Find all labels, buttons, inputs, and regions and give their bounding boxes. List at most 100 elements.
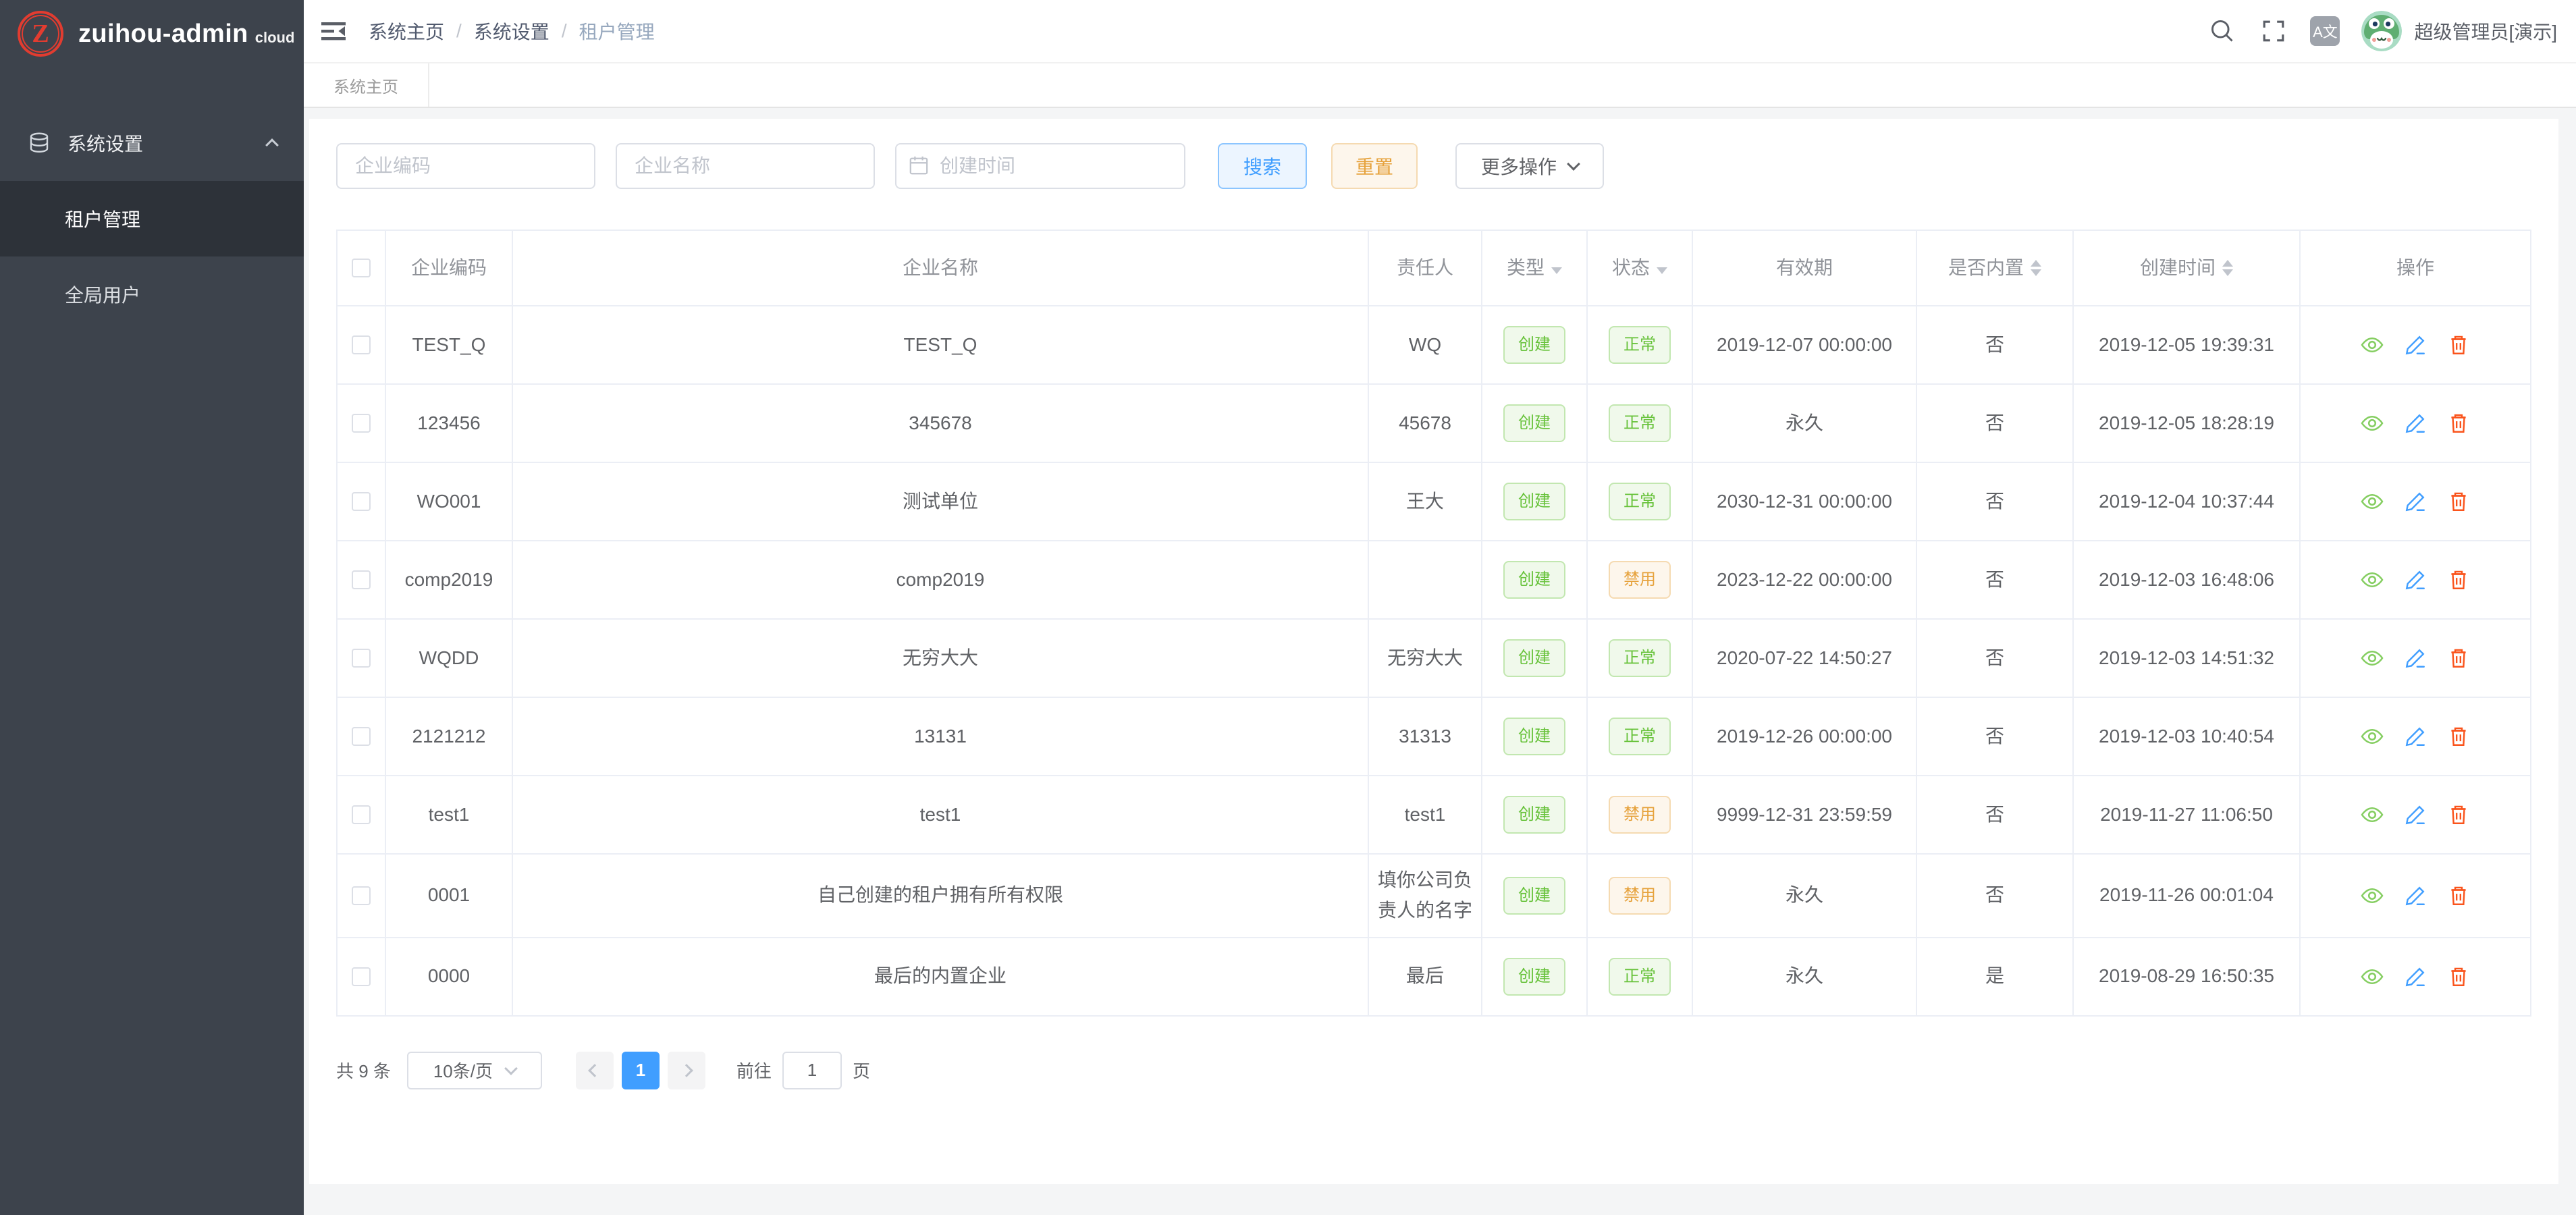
view-eye-icon[interactable] xyxy=(2360,489,2384,514)
search-icon[interactable] xyxy=(2207,16,2237,46)
sidebar-item-system-settings[interactable]: 系统设置 xyxy=(0,105,304,181)
column-header-builtin[interactable]: 是否内置 xyxy=(1917,231,2074,305)
edit-pencil-icon[interactable] xyxy=(2403,646,2427,670)
view-eye-icon[interactable] xyxy=(2360,724,2384,749)
next-page-button[interactable] xyxy=(668,1052,705,1089)
type-badge: 创建 xyxy=(1503,877,1565,915)
row-checkbox[interactable] xyxy=(352,414,371,433)
column-header-status[interactable]: 状态 xyxy=(1588,231,1693,305)
column-header-created[interactable]: 创建时间 xyxy=(2074,231,2301,305)
column-header-type[interactable]: 类型 xyxy=(1482,231,1588,305)
cell-builtin: 否 xyxy=(1917,385,2074,462)
filter-icon[interactable] xyxy=(1657,267,1667,274)
avatar[interactable] xyxy=(2361,11,2402,51)
sort-icon[interactable] xyxy=(2222,260,2233,276)
chevron-down-icon xyxy=(504,1062,518,1075)
cell-expire: 永久 xyxy=(1693,855,1917,937)
navbar-right: A文 超级管理员[演示] xyxy=(2207,11,2562,51)
sort-icon[interactable] xyxy=(2031,260,2041,276)
delete-trash-icon[interactable] xyxy=(2446,411,2471,435)
current-user-name[interactable]: 超级管理员[演示] xyxy=(2414,18,2557,45)
goto-page-input[interactable] xyxy=(782,1052,842,1089)
edit-pencil-icon[interactable] xyxy=(2403,489,2427,514)
app-logo[interactable]: Z zuihou-admin cloud xyxy=(0,0,304,68)
cell-owner xyxy=(1369,541,1482,618)
edit-pencil-icon[interactable] xyxy=(2403,411,2427,435)
cell-name: comp2019 xyxy=(513,541,1369,618)
table-header: 企业编码 企业名称 责任人 类型 状态 有效期 是否内置 创建时间 操作 xyxy=(338,231,2530,306)
cell-builtin: 否 xyxy=(1917,306,2074,383)
cell-expire: 2020-07-22 14:50:27 xyxy=(1693,620,1917,697)
tab-system-home[interactable]: 系统主页 xyxy=(304,63,429,107)
column-header-code[interactable]: 企业编码 xyxy=(386,231,513,305)
delete-trash-icon[interactable] xyxy=(2446,884,2471,908)
view-eye-icon[interactable] xyxy=(2360,646,2384,670)
delete-trash-icon[interactable] xyxy=(2446,724,2471,749)
filter-icon[interactable] xyxy=(1551,267,1562,274)
sidebar-item-tenant-management[interactable]: 租户管理 xyxy=(0,181,304,256)
table-row: WQDD 无穷大大 无穷大大 创建 正常 2020-07-22 14:50:27… xyxy=(338,620,2530,698)
chevron-left-icon xyxy=(588,1064,601,1077)
page-suffix-label: 页 xyxy=(853,1058,870,1083)
company-name-input[interactable] xyxy=(616,143,875,189)
view-eye-icon[interactable] xyxy=(2360,333,2384,357)
cell-created: 2019-12-05 19:39:31 xyxy=(2074,306,2301,383)
edit-pencil-icon[interactable] xyxy=(2403,724,2427,749)
more-actions-button[interactable]: 更多操作 xyxy=(1455,143,1604,189)
breadcrumb-system-settings[interactable]: 系统设置 xyxy=(474,18,549,45)
status-badge: 正常 xyxy=(1609,326,1671,364)
create-time-input[interactable] xyxy=(895,143,1185,189)
delete-trash-icon[interactable] xyxy=(2446,803,2471,827)
table-row: 123456 345678 45678 创建 正常 永久 否 2019-12-0… xyxy=(338,385,2530,463)
cell-owner: 填你公司负责人的名字 xyxy=(1369,855,1482,937)
logo-subtitle: cloud xyxy=(255,29,295,47)
delete-trash-icon[interactable] xyxy=(2446,965,2471,989)
status-badge: 正常 xyxy=(1609,639,1671,677)
cell-code: 2121212 xyxy=(386,698,513,775)
database-icon xyxy=(27,131,51,155)
view-eye-icon[interactable] xyxy=(2360,884,2384,908)
fullscreen-icon[interactable] xyxy=(2259,16,2288,46)
delete-trash-icon[interactable] xyxy=(2446,646,2471,670)
logo-icon: Z xyxy=(18,11,63,57)
row-checkbox[interactable] xyxy=(352,335,371,354)
view-eye-icon[interactable] xyxy=(2360,965,2384,989)
edit-pencil-icon[interactable] xyxy=(2403,568,2427,592)
reset-button[interactable]: 重置 xyxy=(1331,143,1418,189)
sidebar-item-global-users[interactable]: 全局用户 xyxy=(0,256,304,332)
row-checkbox[interactable] xyxy=(352,649,371,668)
edit-pencil-icon[interactable] xyxy=(2403,333,2427,357)
row-checkbox[interactable] xyxy=(352,492,371,511)
column-header-expire[interactable]: 有效期 xyxy=(1693,231,1917,305)
delete-trash-icon[interactable] xyxy=(2446,489,2471,514)
column-header-owner[interactable]: 责任人 xyxy=(1369,231,1482,305)
table-body: TEST_Q TEST_Q WQ 创建 正常 2019-12-07 00:00:… xyxy=(338,306,2530,1017)
translate-icon[interactable]: A文 xyxy=(2310,16,2340,46)
delete-trash-icon[interactable] xyxy=(2446,568,2471,592)
page-number-button[interactable]: 1 xyxy=(622,1052,660,1089)
breadcrumb-home[interactable]: 系统主页 xyxy=(369,18,444,45)
row-checkbox[interactable] xyxy=(352,570,371,589)
type-badge: 创建 xyxy=(1503,404,1565,442)
column-header-name[interactable]: 企业名称 xyxy=(513,231,1369,305)
edit-pencil-icon[interactable] xyxy=(2403,884,2427,908)
select-all-checkbox[interactable] xyxy=(352,259,371,277)
company-code-input[interactable] xyxy=(336,143,595,189)
view-eye-icon[interactable] xyxy=(2360,411,2384,435)
search-button[interactable]: 搜索 xyxy=(1218,143,1307,189)
sidebar-collapse-icon[interactable] xyxy=(320,18,347,45)
page-size-select[interactable]: 10条/页 xyxy=(407,1052,542,1089)
view-eye-icon[interactable] xyxy=(2360,568,2384,592)
pagination-bar: 共 9 条 10条/页 1 前往 页 xyxy=(336,1052,2531,1089)
create-time-picker[interactable] xyxy=(895,143,1185,189)
row-checkbox[interactable] xyxy=(352,886,371,905)
delete-trash-icon[interactable] xyxy=(2446,333,2471,357)
edit-pencil-icon[interactable] xyxy=(2403,803,2427,827)
row-checkbox[interactable] xyxy=(352,967,371,986)
prev-page-button[interactable] xyxy=(576,1052,614,1089)
row-checkbox[interactable] xyxy=(352,727,371,746)
cell-builtin: 否 xyxy=(1917,463,2074,540)
row-checkbox[interactable] xyxy=(352,805,371,824)
view-eye-icon[interactable] xyxy=(2360,803,2384,827)
edit-pencil-icon[interactable] xyxy=(2403,965,2427,989)
